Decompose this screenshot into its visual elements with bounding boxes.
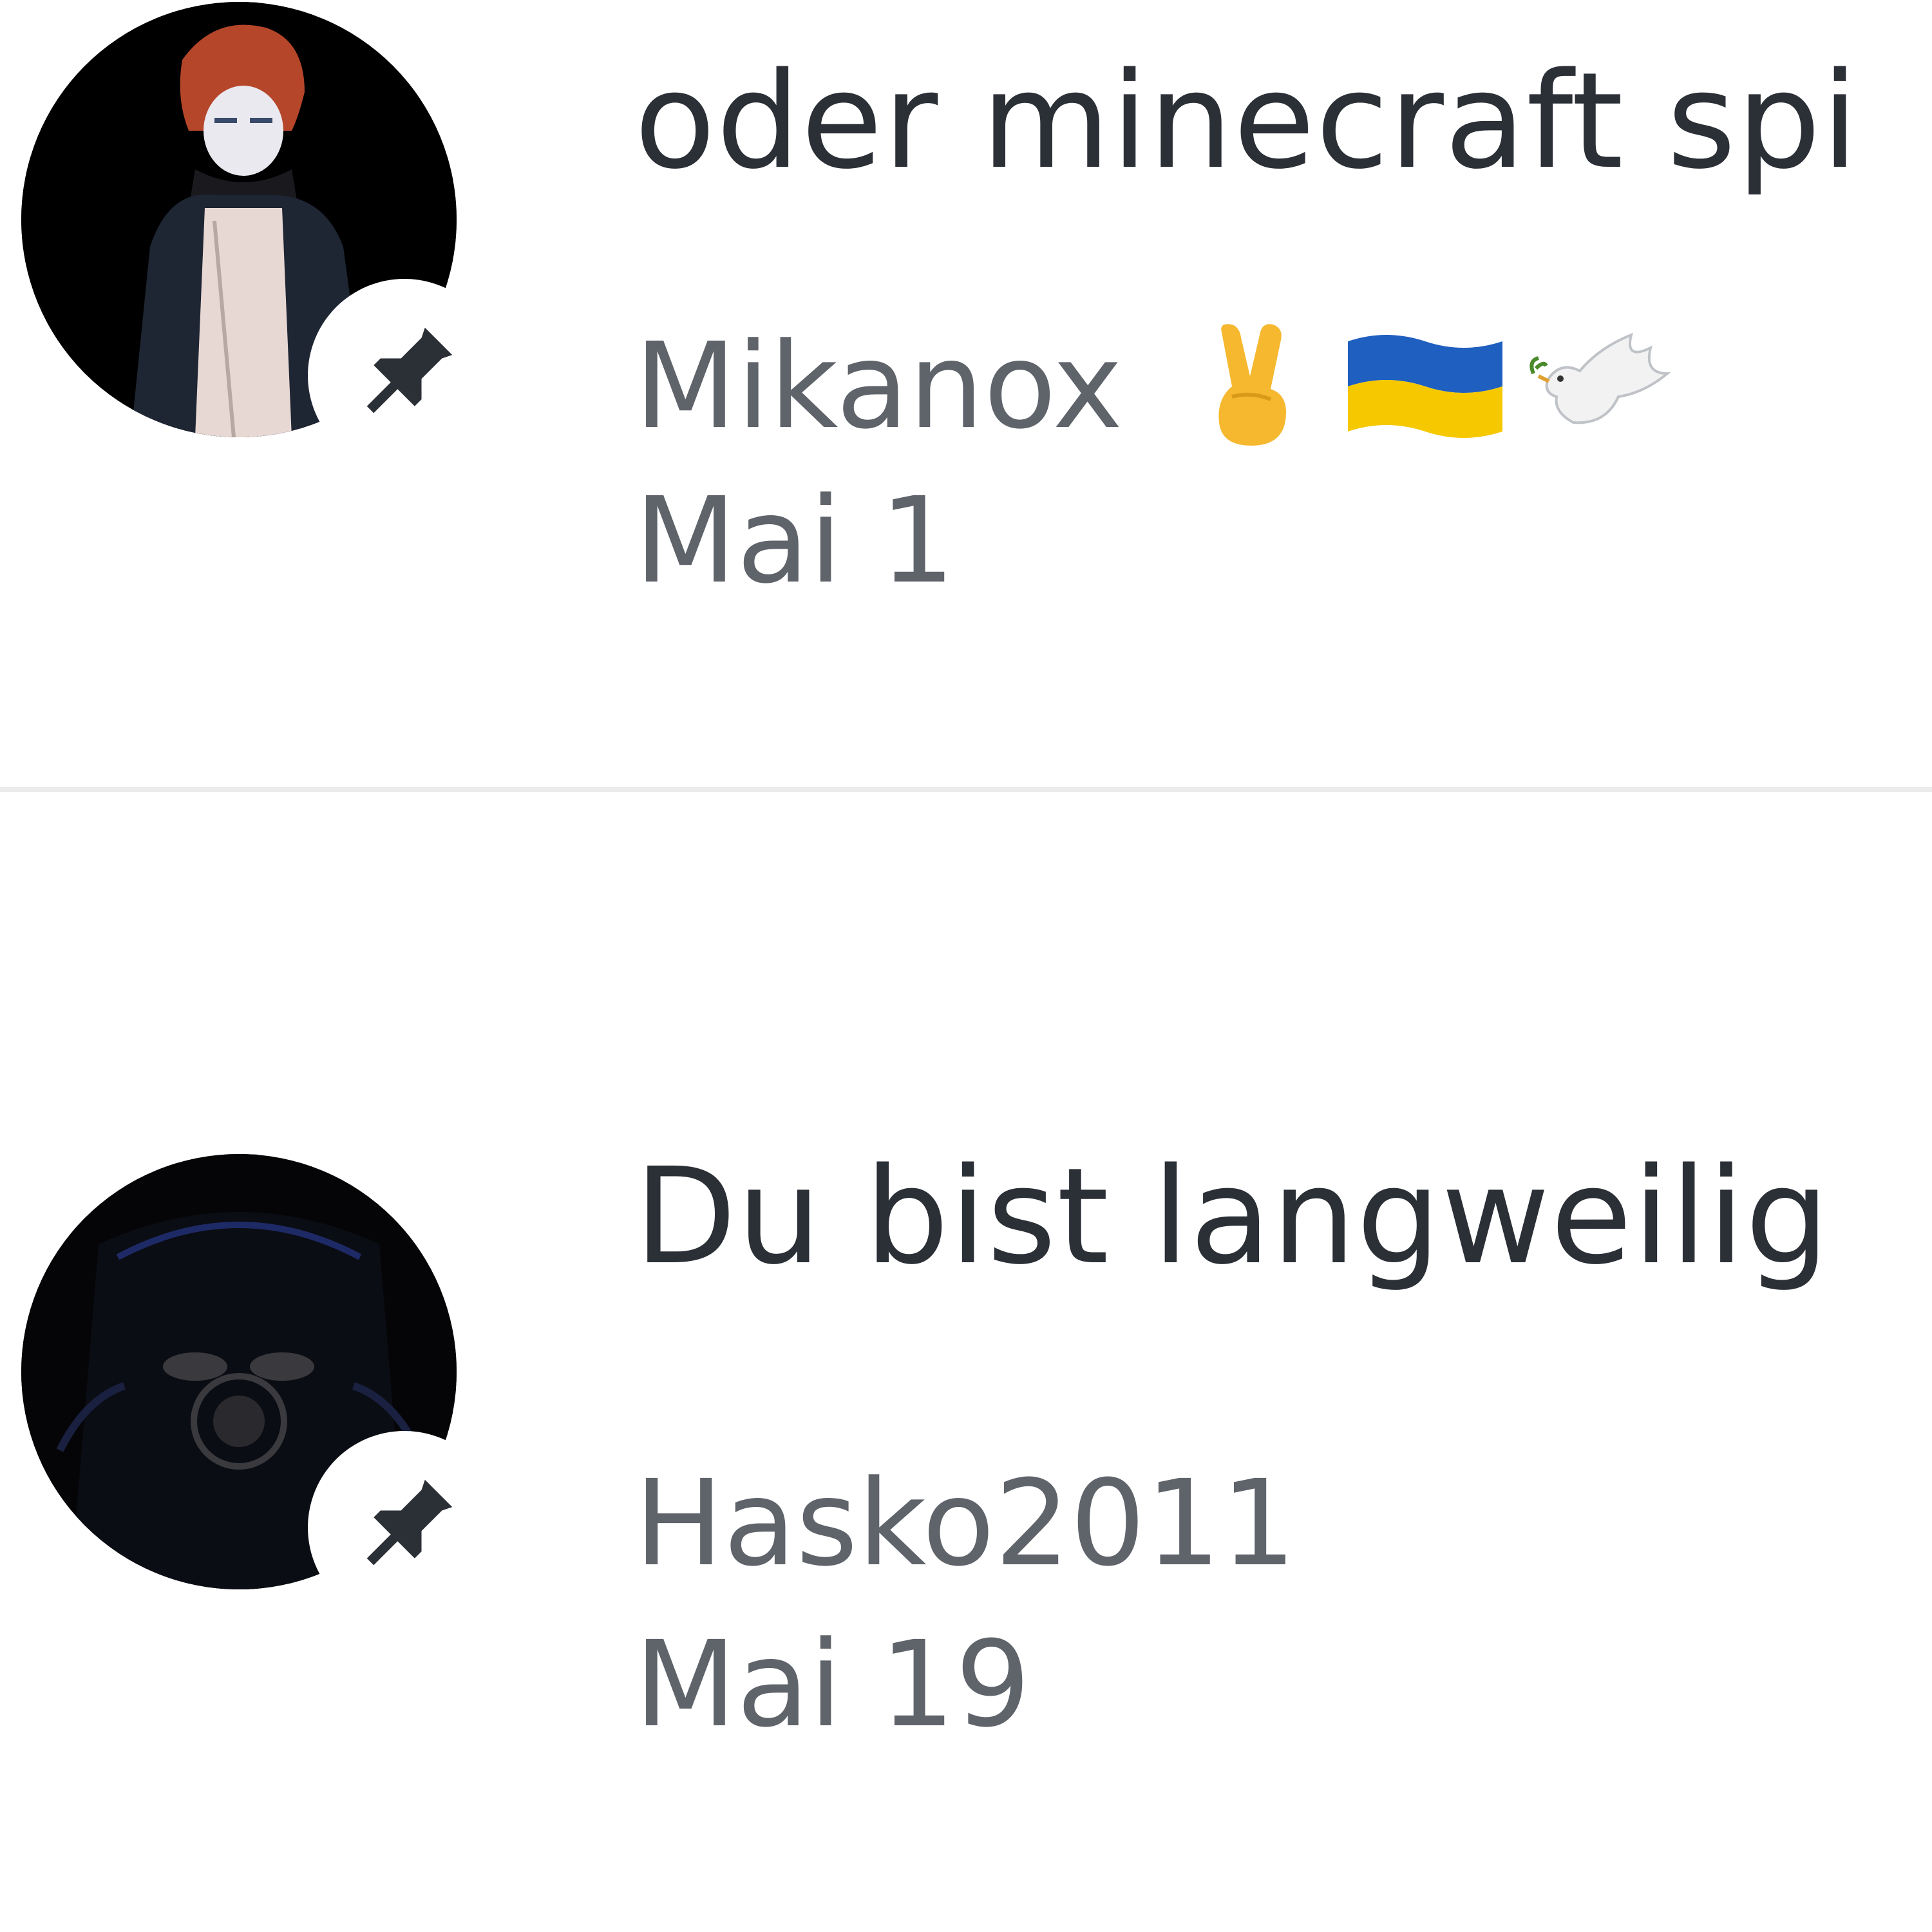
pin-icon: [366, 327, 453, 413]
comment-text: oder minecraft spi: [634, 44, 1859, 198]
comment-item[interactable]: oder minecraft spi Mikanox Mai 1: [0, 0, 1932, 790]
pin-icon: [366, 1479, 453, 1566]
ukraine-flag-emoji: [1348, 335, 1503, 438]
pin-badge: [308, 279, 501, 472]
author-name[interactable]: Hasko2011: [634, 1464, 1296, 1583]
dove-emoji: [1530, 332, 1671, 424]
author-line: Mikanox: [634, 322, 1676, 451]
avatar-container[interactable]: [21, 2, 501, 472]
comment-item[interactable]: Du bist langweilig Hasko2011 Mai 19: [0, 795, 1932, 1932]
comment-text: Du bist langweilig: [634, 1139, 1830, 1294]
pin-badge: [308, 1431, 501, 1624]
author-emojis: [1193, 322, 1676, 451]
author-line: Hasko2011: [634, 1464, 1296, 1583]
comment-date: Mai 19: [634, 1616, 1031, 1754]
comment-list: oder minecraft spi Mikanox Mai 1 Du bist…: [0, 0, 1932, 1932]
author-name[interactable]: Mikanox: [634, 327, 1122, 446]
divider: [0, 787, 1932, 792]
victory-hand-emoji: [1218, 324, 1287, 446]
comment-date: Mai 1: [634, 472, 956, 610]
avatar-container[interactable]: [21, 1154, 501, 1624]
